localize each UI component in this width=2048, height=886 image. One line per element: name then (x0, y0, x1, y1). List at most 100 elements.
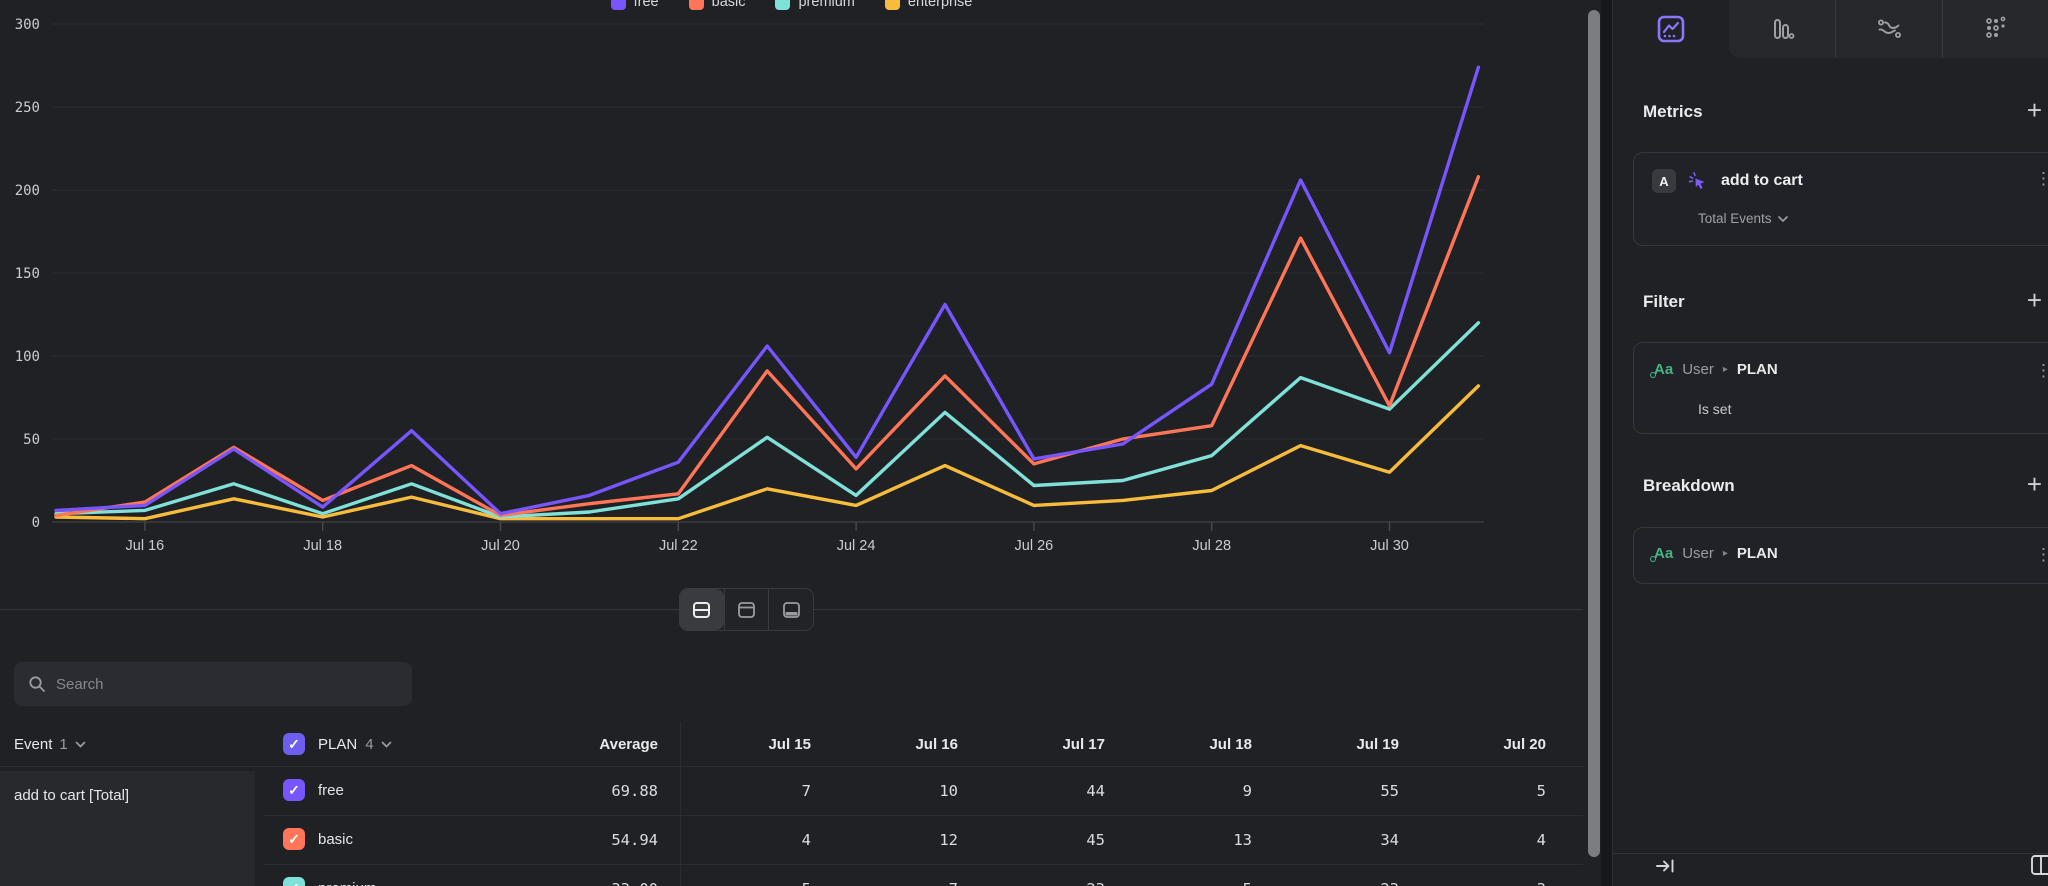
split-rows-icon (692, 601, 711, 619)
filter-card[interactable]: Aa User ▸ PLAN ⋮ Is set (1633, 342, 2048, 434)
kebab-menu-icon[interactable]: ⋮ (2035, 361, 2048, 381)
svg-text:Jul 22: Jul 22 (659, 538, 698, 554)
cell-value: 23 (965, 864, 1105, 886)
layout-bottom-panel-button[interactable] (768, 589, 813, 630)
layout-split-rows-button[interactable] (680, 589, 724, 630)
filter-section-title: Filter (1643, 292, 1685, 312)
add-metric-button[interactable]: + (2027, 100, 2042, 120)
average-value: 54.94 (498, 815, 658, 864)
legend-label: free (634, 0, 659, 10)
tab-flows[interactable] (1835, 0, 1942, 58)
plan-count: 4 (365, 736, 373, 753)
kebab-menu-icon[interactable]: ⋮ (2035, 545, 2048, 565)
flows-icon (1874, 14, 1904, 44)
svg-text:150: 150 (15, 266, 40, 282)
legend-item-basic[interactable]: basic (689, 0, 746, 13)
day-column-header[interactable]: Jul 20 (1406, 722, 1546, 766)
legend-label: premium (798, 0, 854, 10)
panel-layout-icon (2030, 854, 2048, 876)
chart-legend: free basic premium enterprise (0, 0, 1583, 13)
plan-column-header[interactable]: ✓ PLAN 4 (283, 722, 392, 766)
tab-insights[interactable] (1613, 0, 1729, 58)
cell-value: 5 (671, 864, 811, 886)
search-bar[interactable] (14, 662, 412, 706)
add-breakdown-button[interactable]: + (2027, 474, 2042, 494)
property-scope: User (1682, 361, 1714, 378)
cell-value: 12 (818, 815, 958, 864)
layout-header-panel-button[interactable] (724, 589, 769, 630)
bottom-panel-icon (782, 601, 801, 619)
svg-text:50: 50 (23, 432, 40, 448)
svg-text:Jul 16: Jul 16 (126, 538, 165, 554)
metric-event-name[interactable]: add to cart (1721, 172, 1803, 190)
svg-text:Jul 24: Jul 24 (837, 538, 876, 554)
svg-text:Jul 20: Jul 20 (481, 538, 520, 554)
legend-item-free[interactable]: free (611, 0, 659, 13)
table-row[interactable]: ✓ basic 54.94 4 12 45 13 34 4 (0, 815, 1583, 864)
footer-divider (1613, 853, 2048, 854)
tab-more-apps[interactable] (1942, 0, 2048, 58)
svg-text:0: 0 (32, 515, 40, 531)
legend-item-enterprise[interactable]: enterprise (885, 0, 972, 13)
tab-bar-chart[interactable] (1729, 0, 1835, 58)
collapse-panel-button[interactable] (1655, 856, 1677, 881)
table-row[interactable]: ✓ premium 33.00 5 7 23 5 23 3 (0, 864, 1583, 886)
legend-swatch-premium (775, 0, 790, 10)
line-chart-icon (1656, 14, 1686, 44)
svg-text:Jul 26: Jul 26 (1015, 538, 1054, 554)
svg-text:300: 300 (15, 17, 40, 33)
day-column-header[interactable]: Jul 16 (818, 722, 958, 766)
cell-value: 7 (818, 864, 958, 886)
plan-select-all-checkbox[interactable]: ✓ (283, 733, 305, 755)
row-checkbox-basic[interactable]: ✓ (283, 828, 305, 850)
add-filter-button[interactable]: + (2027, 290, 2042, 310)
day-column-header[interactable]: Jul 15 (671, 722, 811, 766)
cell-value: 55 (1259, 766, 1399, 815)
svg-text:Jul 30: Jul 30 (1370, 538, 1409, 554)
property-name: PLAN (1737, 361, 1778, 378)
day-column-header[interactable]: Jul 17 (965, 722, 1105, 766)
apps-grid-icon (1981, 14, 2011, 44)
average-column-header[interactable]: Average (498, 722, 658, 766)
legend-item-premium[interactable]: premium (775, 0, 854, 13)
chevron-down-icon (381, 741, 392, 748)
svg-text:250: 250 (15, 100, 40, 116)
arrow-to-bar-icon (1655, 856, 1677, 876)
cell-value: 13 (1112, 815, 1252, 864)
toggle-side-panel-button[interactable] (2030, 854, 2048, 881)
line-chart[interactable]: 050100150200250300Jul 16Jul 18Jul 20Jul … (0, 0, 1590, 560)
filter-condition[interactable]: Is set (1698, 401, 1731, 417)
vertical-scrollbar[interactable] (1588, 10, 1600, 857)
legend-swatch-enterprise (885, 0, 900, 10)
header-panel-icon (737, 601, 756, 619)
event-header-label: Event (14, 736, 52, 753)
legend-swatch-basic (689, 0, 704, 10)
day-column-header[interactable]: Jul 19 (1259, 722, 1399, 766)
cell-value: 23 (1259, 864, 1399, 886)
cell-value: 3 (1406, 864, 1546, 886)
query-builder-panel: Metrics + A add to cart ⋮ Total Events F… (1612, 0, 2048, 886)
legend-swatch-free (611, 0, 626, 10)
cell-value: 4 (671, 815, 811, 864)
text-property-icon: Aa (1654, 361, 1673, 378)
search-input[interactable] (56, 676, 376, 693)
legend-label: enterprise (908, 0, 972, 10)
table-row[interactable]: ✓ free 69.88 7 10 44 9 55 5 (0, 766, 1583, 815)
event-count: 1 (59, 736, 67, 753)
svg-text:200: 200 (15, 183, 40, 199)
row-checkbox-free[interactable]: ✓ (283, 779, 305, 801)
chevron-down-icon (1778, 216, 1788, 222)
cell-value: 44 (965, 766, 1105, 815)
metric-card[interactable]: A add to cart ⋮ Total Events (1633, 152, 2048, 246)
cell-value: 7 (671, 766, 811, 815)
svg-text:Jul 28: Jul 28 (1192, 538, 1231, 554)
breakdown-section-title: Breakdown (1643, 476, 1735, 496)
row-label: premium (318, 864, 376, 886)
day-column-header[interactable]: Jul 18 (1112, 722, 1252, 766)
cell-value: 5 (1406, 766, 1546, 815)
row-checkbox-premium[interactable]: ✓ (283, 877, 305, 886)
event-column-header[interactable]: Event 1 (14, 722, 86, 766)
aggregation-dropdown[interactable]: Total Events (1698, 211, 1788, 226)
kebab-menu-icon[interactable]: ⋮ (2035, 169, 2048, 189)
breakdown-card[interactable]: Aa User ▸ PLAN ⋮ (1633, 527, 2048, 584)
